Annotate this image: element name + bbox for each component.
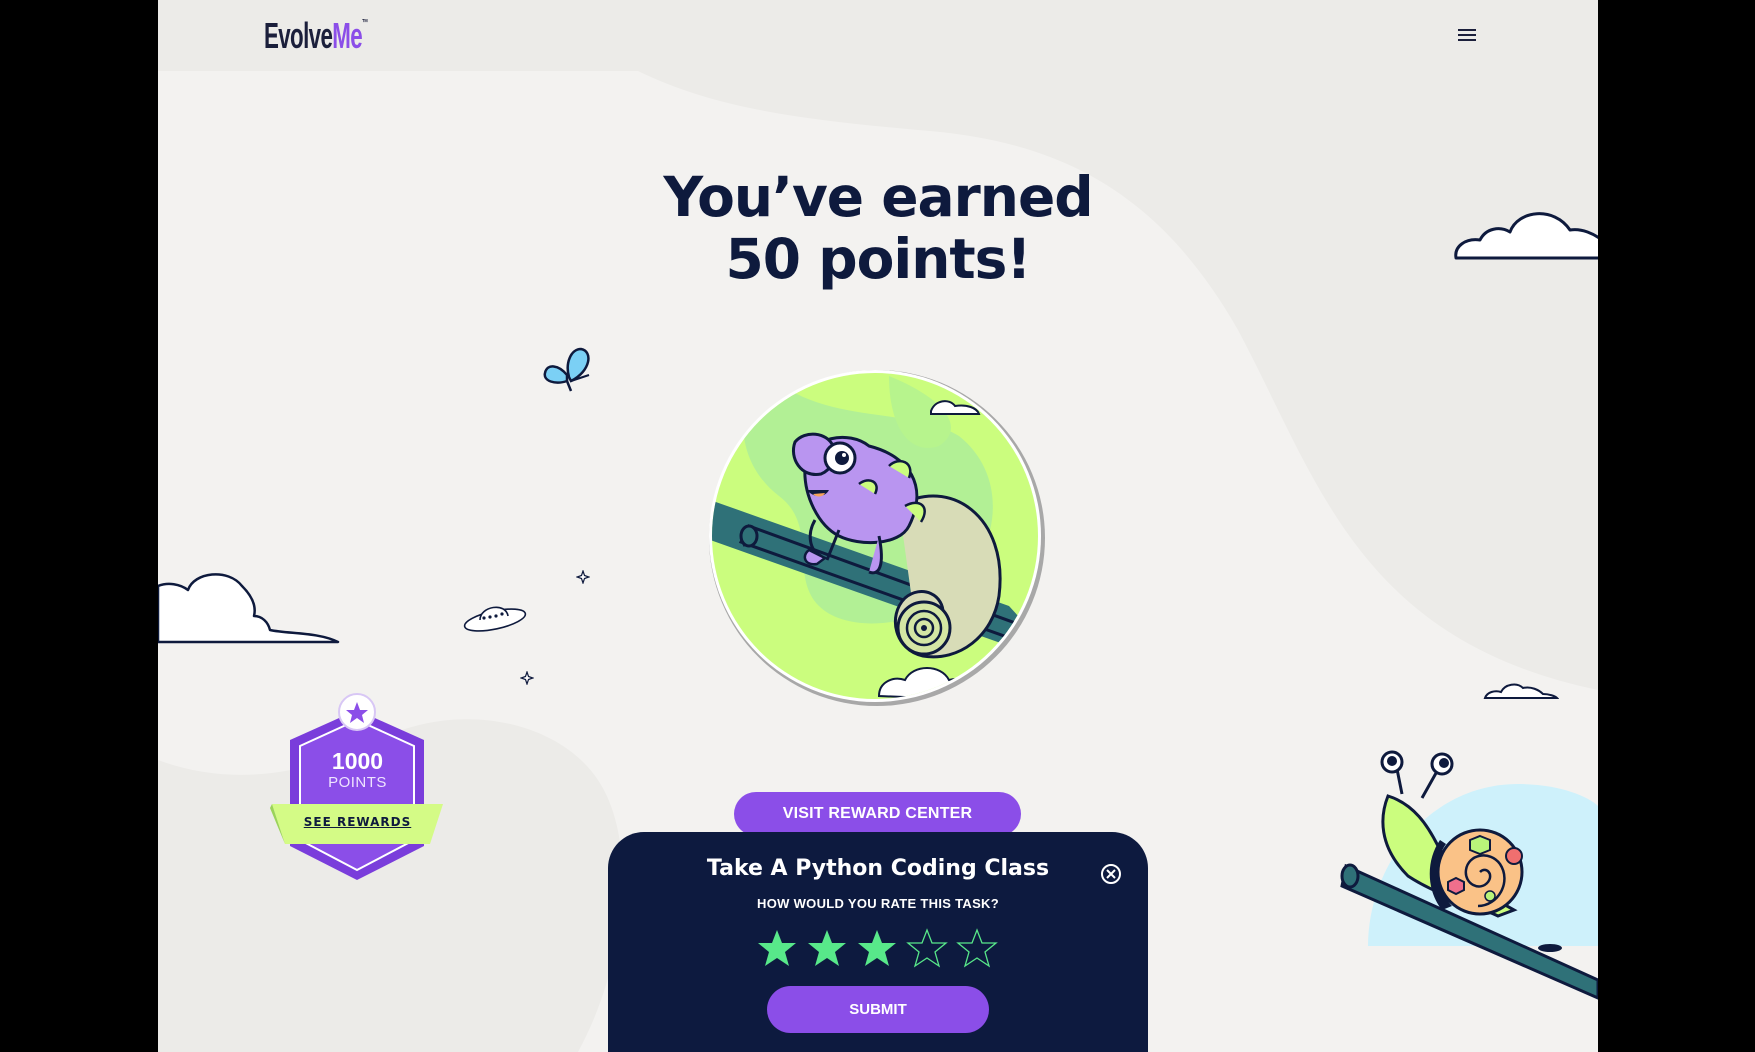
- cloud-icon: [1483, 683, 1559, 699]
- page: EvolveMe™ You’ve earned 50 points! VISIT…: [158, 0, 1598, 1052]
- headline-line-1: You’ve earned: [663, 165, 1093, 229]
- star-filled-icon[interactable]: [806, 928, 848, 970]
- snail-illustration: [1340, 750, 1598, 1000]
- hamburger-menu-icon[interactable]: [1455, 26, 1479, 48]
- modal-title: Take A Python Coding Class: [706, 856, 1050, 881]
- points-label: POINTS: [328, 774, 387, 791]
- logo-text-main: Evolve: [264, 15, 333, 56]
- star-empty-icon[interactable]: [906, 928, 948, 970]
- star-rating: [756, 928, 1000, 972]
- ufo-icon: [463, 606, 527, 632]
- logo-text-accent: Me: [332, 15, 363, 56]
- points-badge[interactable]: 1000 POINTS SEE REWARDS: [270, 692, 445, 886]
- page-title: You’ve earned 50 points!: [578, 166, 1178, 290]
- star-filled-icon[interactable]: [756, 928, 798, 970]
- sparkle-icon: [576, 570, 590, 584]
- sparkle-icon: [520, 671, 534, 685]
- star-empty-icon[interactable]: [956, 928, 998, 970]
- points-value: 1000: [331, 748, 384, 774]
- headline-line-2: 50 points!: [725, 227, 1032, 291]
- rating-modal: Take A Python Coding Class HOW WOULD YOU…: [608, 832, 1148, 1052]
- star-filled-icon[interactable]: [856, 928, 898, 970]
- butterfly-icon: [543, 347, 590, 392]
- rating-question: HOW WOULD YOU RATE THIS TASK?: [757, 896, 999, 911]
- close-icon[interactable]: [1100, 863, 1122, 885]
- submit-button[interactable]: SUBMIT: [767, 986, 989, 1033]
- cloud-icon: [1454, 212, 1598, 260]
- visit-reward-center-button[interactable]: VISIT REWARD CENTER: [734, 792, 1021, 836]
- top-bar: EvolveMe™: [158, 0, 1598, 71]
- evolveme-logo[interactable]: EvolveMe™: [264, 14, 368, 58]
- cloud-icon: [158, 573, 340, 644]
- see-rewards-link[interactable]: SEE REWARDS: [270, 815, 445, 829]
- logo-trademark: ™: [362, 18, 368, 29]
- chameleon-illustration: [709, 370, 1045, 706]
